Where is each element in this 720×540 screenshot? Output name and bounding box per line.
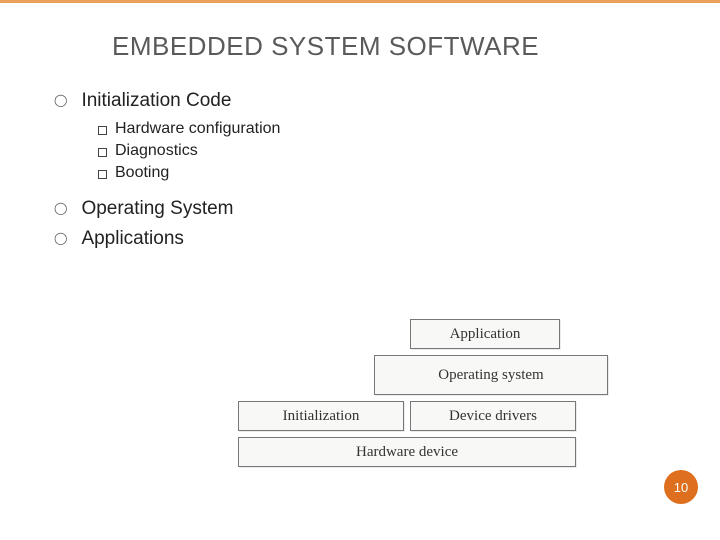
subbullet-label: Hardware configuration [115, 120, 280, 138]
square-bullet-icon [98, 148, 107, 157]
bullet-label: Applications [81, 228, 183, 250]
content-area: ◯ Initialization Code Hardware configura… [0, 62, 720, 250]
circle-bullet-icon: ◯ [54, 93, 67, 107]
diagram-box-device-drivers: Device drivers [410, 401, 576, 431]
subbullet-label: Booting [115, 164, 169, 182]
diagram-box-hardware-device: Hardware device [238, 437, 576, 467]
square-bullet-icon [98, 170, 107, 179]
diagram-box-initialization: Initialization [238, 401, 404, 431]
square-bullet-icon [98, 126, 107, 135]
bullet-label: Operating System [81, 198, 233, 220]
bullet-label: Initialization Code [81, 90, 231, 112]
circle-bullet-icon: ◯ [54, 231, 67, 245]
subbullet-hardware-config: Hardware configuration [98, 120, 720, 138]
diagram-row-os: Operating system [238, 355, 630, 395]
diagram-box-os: Operating system [374, 355, 608, 395]
circle-bullet-icon: ◯ [54, 201, 67, 215]
slide-title: EMBEDDED SYSTEM SOFTWARE [0, 3, 720, 62]
software-stack-diagram: Application Operating system Initializat… [238, 319, 630, 467]
subbullet-label: Diagnostics [115, 142, 198, 160]
diagram-row-application: Application [238, 319, 630, 349]
page-number-badge: 10 [664, 470, 698, 504]
subbullet-diagnostics: Diagnostics [98, 142, 720, 160]
slide: EMBEDDED SYSTEM SOFTWARE ◯ Initializatio… [0, 0, 720, 540]
diagram-row-hardware: Hardware device [238, 437, 630, 467]
diagram-box-application: Application [410, 319, 560, 349]
subbullet-booting: Booting [98, 164, 720, 182]
bullet-operating-system: ◯ Operating System [54, 198, 720, 220]
bullet-applications: ◯ Applications [54, 228, 720, 250]
diagram-row-drivers: Initialization Device drivers [238, 401, 630, 431]
bullet-initialization-code: ◯ Initialization Code [54, 90, 720, 112]
